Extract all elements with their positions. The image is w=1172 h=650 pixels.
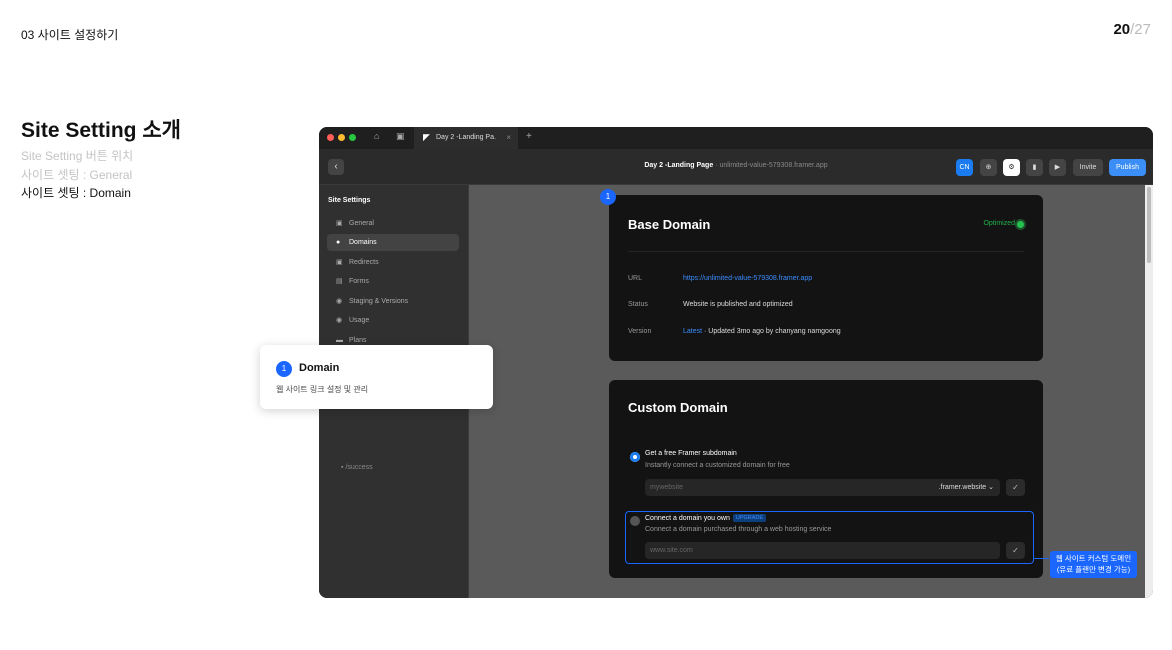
sidebar-item-label: Staging & Versions (349, 298, 409, 305)
user-avatar[interactable]: CN (956, 159, 973, 176)
close-icon[interactable]: × (506, 133, 511, 142)
file-icon: ▪ (341, 464, 344, 471)
new-tab-icon[interactable]: + (526, 131, 532, 142)
section-label: 03 사이트 설정하기 (21, 28, 119, 42)
subdomain-input[interactable]: mywebsite .framer.website ⌄ (645, 479, 1000, 496)
tab-title: Day 2 -Landing Pa. (436, 134, 496, 141)
toolbar: ‹ Day 2 -Landing Page · unlimited-value-… (319, 149, 1153, 185)
custom-domain-card: Custom Domain Get a free Framer subdomai… (609, 380, 1043, 578)
step-item: 사이트 셋팅 : General (21, 167, 133, 182)
home-icon[interactable]: ⌂ (374, 131, 379, 141)
tab-project[interactable]: ◤ Day 2 -Landing Pa. × (414, 127, 518, 149)
subdomain-placeholder: mywebsite (650, 484, 684, 491)
sidebar-item-domains[interactable]: ● Domains (327, 234, 459, 251)
base-domain-card: Base Domain Optimized URL https://unlimi… (609, 195, 1043, 361)
project-url: · unlimited-value-579308.framer.app (713, 162, 828, 169)
maximize-window-button[interactable] (349, 134, 356, 141)
upgrade-badge: UPGRADE (732, 514, 767, 522)
globe-icon: ● (336, 239, 341, 246)
sidebar-item-label: Domains (349, 239, 377, 246)
domain-suffix-select[interactable]: .framer.website ⌄ (939, 479, 994, 496)
sidebar-item-label: Plans (349, 337, 367, 344)
status-label: Status (628, 301, 648, 308)
framer-logo-icon: ◤ (423, 132, 430, 142)
domain-suffix: .framer.website (938, 484, 987, 491)
sidebar-item-label: Redirects (349, 259, 379, 266)
callout-title: Domain (299, 362, 340, 374)
check-icon: ✓ (1012, 546, 1019, 555)
page-total: /27 (1130, 21, 1151, 38)
status-value: Website is published and optimized (683, 301, 793, 308)
option1-subtitle: Instantly connect a customized domain fo… (645, 462, 790, 469)
slide-heading: Site Setting 소개 (21, 119, 181, 142)
option2-title: Connect a domain you own UPGRADE (645, 514, 767, 522)
sidebar-item-redirects[interactable]: ▣ Redirects (327, 254, 459, 271)
form-icon: ▤ (336, 278, 343, 285)
callout-description: 웹 사이트 링크 설정 및 관리 (276, 385, 369, 394)
globe-icon[interactable]: ⊕ (980, 159, 997, 176)
own-domain-input[interactable]: www.site.com (645, 542, 1000, 559)
page-current: 20 (1113, 21, 1131, 38)
version-text: · Updated 3mo ago by chanyang namgoong (702, 328, 841, 335)
sidebar-title: Site Settings (328, 197, 371, 204)
custom-domain-title: Custom Domain (628, 400, 728, 415)
note-connector (1034, 558, 1049, 559)
optimized-label: Optimized (983, 220, 1015, 227)
note-line-1: 웹 사이트 커스텀 도메인 (1055, 554, 1132, 563)
sidebar-item-label: Usage (349, 317, 370, 324)
minimize-window-button[interactable] (338, 134, 345, 141)
base-domain-title: Base Domain (628, 217, 711, 232)
inbox-icon[interactable]: ▣ (396, 131, 405, 142)
sidebar-item-staging[interactable]: ◉ Staging & Versions (327, 293, 459, 310)
general-icon: ▣ (336, 220, 343, 227)
sidebar-item-general[interactable]: ▣ General (327, 215, 459, 232)
own-domain-placeholder: www.site.com (650, 547, 693, 554)
sidebar-item-forms[interactable]: ▤ Forms (327, 273, 459, 290)
callout-number: 1 (276, 361, 292, 377)
invite-button[interactable]: Invite (1073, 159, 1103, 176)
url-label: URL (628, 275, 643, 282)
staging-icon: ◉ (336, 298, 343, 305)
sidebar-item-label: Forms (349, 278, 369, 285)
sidebar-path-item[interactable]: ▪ /success (341, 464, 373, 471)
close-window-button[interactable] (327, 134, 334, 141)
scrollbar-thumb[interactable] (1147, 187, 1151, 263)
usage-icon: ◉ (336, 317, 343, 324)
own-domain-radio[interactable] (630, 516, 640, 526)
check-icon: ✓ (1012, 483, 1019, 492)
chevron-down-icon: ⌄ (988, 484, 994, 491)
url-link[interactable]: https://unlimited-value-579308.framer.ap… (683, 275, 812, 282)
analytics-icon[interactable]: ▮ (1026, 159, 1043, 176)
confirm-subdomain-button[interactable]: ✓ (1006, 479, 1025, 496)
path-label: /success (345, 464, 373, 471)
note-line-2: (유료 플랜만 변경 가능) (1056, 565, 1131, 574)
version-value: Latest · Updated 3mo ago by chanyang nam… (683, 328, 841, 335)
project-name: Day 2 -Landing Page (644, 162, 714, 169)
status-indicator-icon (1017, 221, 1024, 228)
step-list: Site Setting 버튼 위치 사이트 셋팅 : General 사이트 … (21, 147, 133, 203)
divider (628, 251, 1024, 252)
step-item-active: 사이트 셋팅 : Domain (21, 186, 131, 200)
tab-bar: ⌂ ▣ ◤ Day 2 -Landing Pa. × + (319, 127, 1153, 149)
settings-icon[interactable]: ⚙ (1003, 159, 1020, 176)
marker-pin: 1 (600, 189, 616, 205)
scrollbar[interactable] (1145, 185, 1153, 598)
sidebar-item-usage[interactable]: ◉ Usage (327, 312, 459, 329)
custom-domain-note: 웹 사이트 커스텀 도메인 (유료 플랜만 변경 가능) (1050, 551, 1137, 578)
play-icon[interactable]: ▶ (1049, 159, 1066, 176)
page-number: 20/27 (1113, 21, 1151, 38)
confirm-own-domain-button[interactable]: ✓ (1006, 542, 1025, 559)
redirect-icon: ▣ (336, 259, 343, 266)
option2-subtitle: Connect a domain purchased through a web… (645, 526, 832, 533)
step-item: Site Setting 버튼 위치 (21, 149, 134, 163)
domain-callout: 1 Domain 웹 사이트 링크 설정 및 관리 (260, 345, 493, 409)
latest-link[interactable]: Latest (683, 328, 702, 335)
sidebar-item-label: General (349, 220, 374, 227)
free-subdomain-radio[interactable] (630, 452, 640, 462)
publish-button[interactable]: Publish (1109, 159, 1146, 176)
option2-title-text: Connect a domain you own (645, 515, 730, 522)
version-label: Version (628, 328, 652, 335)
option1-title: Get a free Framer subdomain (645, 450, 737, 457)
